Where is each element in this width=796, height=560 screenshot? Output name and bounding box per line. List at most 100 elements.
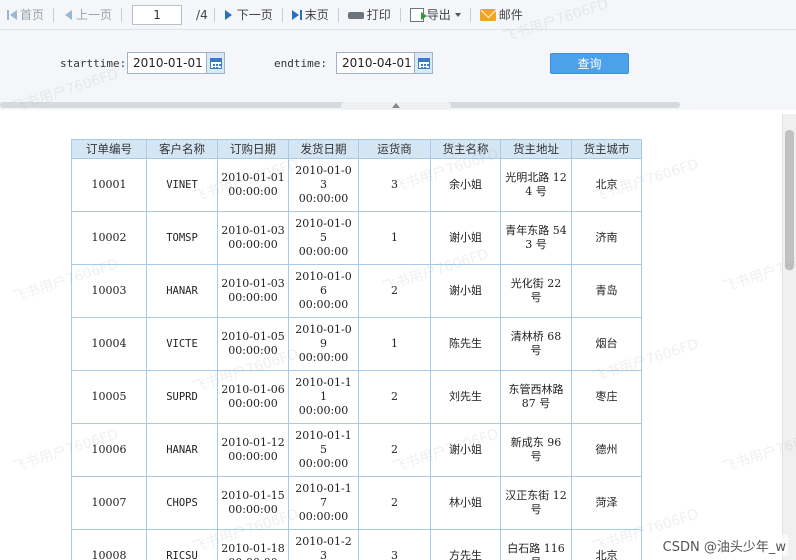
next-page-icon [224,9,234,21]
column-header-order-id: 订单编号 [71,139,147,159]
vertical-scrollbar[interactable] [782,114,796,560]
date-part: 2010-01-06 [221,383,285,396]
date-part: 2010-01-05 [221,330,285,343]
scrollbar-thumb[interactable] [785,130,794,270]
time-part: 00:00:00 [221,556,285,560]
table-cell-city: 菏泽 [571,476,642,530]
table-cell-address: 光化街 22 号 [500,264,572,318]
query-button[interactable]: 查询 [550,53,629,74]
table-cell-order-date: 2010-01-05 00:00:00 [217,317,289,371]
report-content-area: 订单编号 客户名称 订购日期 发货日期 运货商 货主名称 货主地址 货主城市 1… [0,114,782,560]
table-cell-city: 北京 [571,529,642,560]
end-date-input[interactable] [337,53,414,73]
chevron-down-icon [454,12,461,17]
table-cell-consignee: 谢小姐 [430,423,501,477]
table-cell-customer: SUPRD [146,370,218,424]
table-cell-address: 汉正东街 12 号 [500,476,572,530]
table-row: 10006 HANAR 2010-01-12 00:00:00 2010-01-15 00… [71,423,642,477]
mail-icon [479,8,496,21]
date-part: 2010-01-01 [221,171,285,184]
last-page-label: 末页 [304,8,329,22]
table-row: 10004 VICTE 2010-01-05 00:00:00 2010-01-09 00… [71,317,642,371]
date-part: 2010-01-09 [295,323,352,350]
mail-button[interactable]: 邮件 [477,4,526,26]
table-cell-ship-date: 2010-01-06 00:00:00 [288,264,359,318]
last-page-button[interactable]: 末页 [289,4,332,26]
table-cell-ship-date: 2010-01-05 00:00:00 [288,211,359,265]
export-label: 导出 [426,8,451,22]
parameter-panel-scrollbar[interactable] [0,102,680,108]
table-cell-address: 光明北路 124 号 [500,158,572,212]
start-date-picker-button[interactable] [206,53,224,73]
toolbar-divider [337,7,339,22]
page-total: /4 [196,7,208,22]
table-cell-shipper: 3 [358,158,431,212]
table-cell-order-id: 10002 [71,211,147,265]
collapse-panel-handle[interactable] [341,96,451,110]
table-cell-address: 清林桥 68 号 [500,317,572,371]
table-cell-shipper: 1 [358,211,431,265]
date-part: 2010-01-05 [295,217,352,244]
time-part: 00:00:00 [228,397,278,410]
time-part: 00:00:00 [228,185,278,198]
date-part: 2010-01-23 [295,535,352,560]
table-row: 10003 HANAR 2010-01-03 00:00:00 2010-01-06 00… [71,264,642,318]
first-page-button[interactable]: 首页 [4,4,47,26]
table-cell-customer: TOMSP [146,211,218,265]
time-part: 00:00:00 [228,503,278,516]
table-cell-order-date: 2010-01-12 00:00:00 [217,423,289,477]
table-cell-ship-date: 2010-01-2300:00:00 [288,529,359,560]
table-row: 10001 VINET 2010-01-01 00:00:00 2010-01-03 00… [71,158,642,212]
end-date-field [336,52,433,74]
table-cell-shipper: 3 [358,529,431,560]
table-cell-address: 青年东路 543 号 [500,211,572,265]
time-part: 00:00:00 [228,450,278,463]
time-part: 00:00:00 [298,510,349,523]
start-time-label: starttime: [60,57,127,70]
start-date-input[interactable] [128,53,206,73]
time-part: 00:00:00 [298,245,349,258]
date-part: 2010-01-17 [295,482,352,509]
table-cell-customer: VINET [146,158,218,212]
table-cell-customer: RICSU [146,529,218,560]
report-toolbar: 首页 上一页 /4 下一页 末页 打印 导出 邮件 [0,0,796,30]
toolbar-divider [399,7,401,22]
table-cell-consignee: 方先生 [430,529,501,560]
table-cell-ship-date: 2010-01-03 00:00:00 [288,158,359,212]
next-page-button[interactable]: 下一页 [221,4,276,26]
print-button[interactable]: 打印 [345,4,394,26]
table-cell-city: 济南 [571,211,642,265]
page-number-input[interactable] [132,4,183,25]
table-cell-shipper: 1 [358,317,431,371]
export-button[interactable]: 导出 [407,4,464,26]
table-cell-ship-date: 2010-01-11 00:00:00 [288,370,359,424]
calendar-icon [417,57,430,69]
orders-table: 订单编号 客户名称 订购日期 发货日期 运货商 货主名称 货主地址 货主城市 1… [71,139,642,560]
table-body: 10001 VINET 2010-01-01 00:00:00 2010-01-03 00… [71,158,642,560]
table-cell-address: 白石路 116 号 [500,529,572,560]
prev-page-button[interactable]: 上一页 [60,4,115,26]
column-header-order-date: 订购日期 [217,139,289,159]
time-part: 00:00:00 [228,291,278,304]
end-date-picker-button[interactable] [414,53,432,73]
time-part: 00:00:00 [228,238,278,251]
print-label: 打印 [366,8,391,22]
start-date-field [127,52,225,74]
table-cell-city: 北京 [571,158,642,212]
table-header-row: 订单编号 客户名称 订购日期 发货日期 运货商 货主名称 货主地址 货主城市 [71,139,642,159]
table-row: 10002 TOMSP 2010-01-03 00:00:00 2010-01-05 00… [71,211,642,265]
date-part: 2010-01-12 [221,436,285,449]
calendar-icon [209,57,222,69]
end-time-label: endtime: [274,57,327,70]
table-cell-order-date: 2010-01-06 00:00:00 [217,370,289,424]
date-part: 2010-01-03 [221,277,285,290]
table-cell-shipper: 2 [358,370,431,424]
toolbar-divider [53,7,55,22]
table-cell-address: 东管西林路 87 号 [500,370,572,424]
table-cell-consignee: 林小姐 [430,476,501,530]
prev-page-label: 上一页 [76,8,113,22]
toolbar-divider [281,7,283,22]
date-part: 2010-01-15 [295,429,352,456]
date-part: 2010-01-15 [221,489,285,502]
column-header-city: 货主城市 [571,139,642,159]
